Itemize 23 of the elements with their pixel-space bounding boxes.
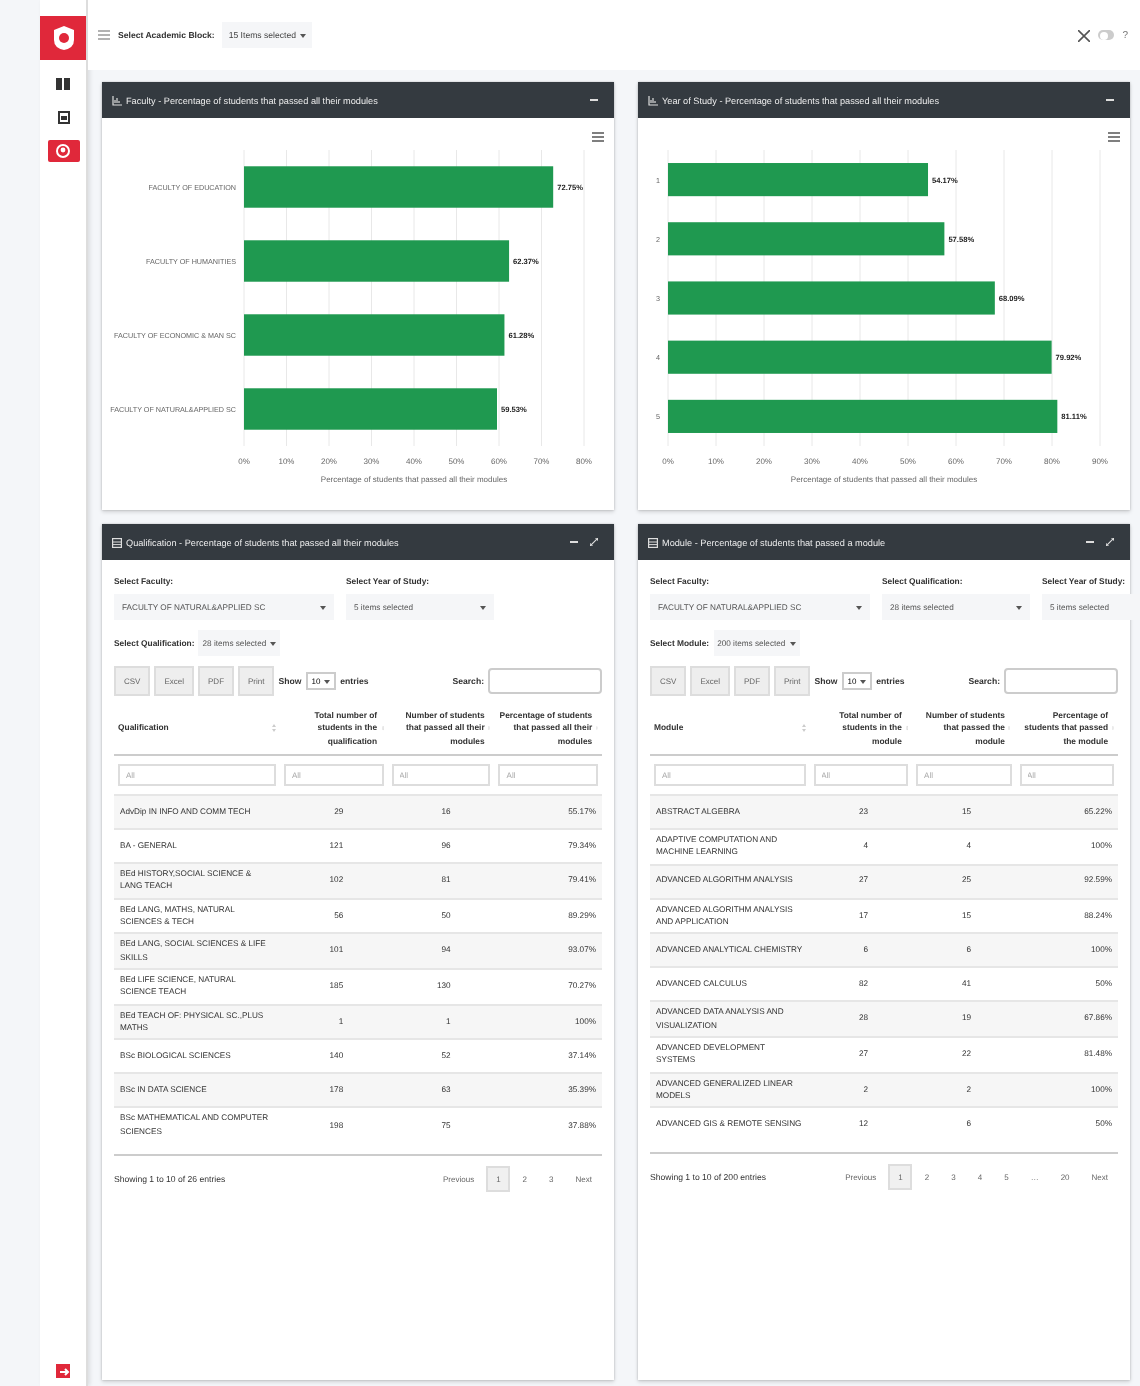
chart-menu-icon[interactable] bbox=[1107, 132, 1121, 142]
search-field[interactable] bbox=[488, 668, 602, 694]
caret-icon bbox=[324, 679, 331, 683]
caret-icon bbox=[1016, 605, 1022, 609]
caret-icon bbox=[860, 679, 867, 683]
table-icon bbox=[648, 537, 658, 547]
caret-icon bbox=[270, 641, 277, 645]
caret-icon bbox=[856, 605, 862, 609]
chart-icon bbox=[648, 95, 658, 105]
chart-menu-icon[interactable] bbox=[591, 132, 605, 142]
logout-button[interactable] bbox=[56, 1364, 70, 1378]
expand-button[interactable] bbox=[1102, 538, 1118, 546]
caret-icon bbox=[300, 33, 307, 37]
caret-icon bbox=[320, 605, 326, 609]
book-icon bbox=[56, 77, 70, 89]
expand-button[interactable] bbox=[586, 538, 602, 546]
theme-toggle[interactable] bbox=[1098, 30, 1115, 40]
search-field[interactable] bbox=[1004, 668, 1118, 694]
caret-icon bbox=[480, 605, 486, 609]
table-icon bbox=[112, 537, 122, 547]
logout-icon bbox=[57, 1365, 69, 1377]
chart-icon bbox=[112, 95, 122, 105]
caret-icon bbox=[789, 641, 796, 645]
